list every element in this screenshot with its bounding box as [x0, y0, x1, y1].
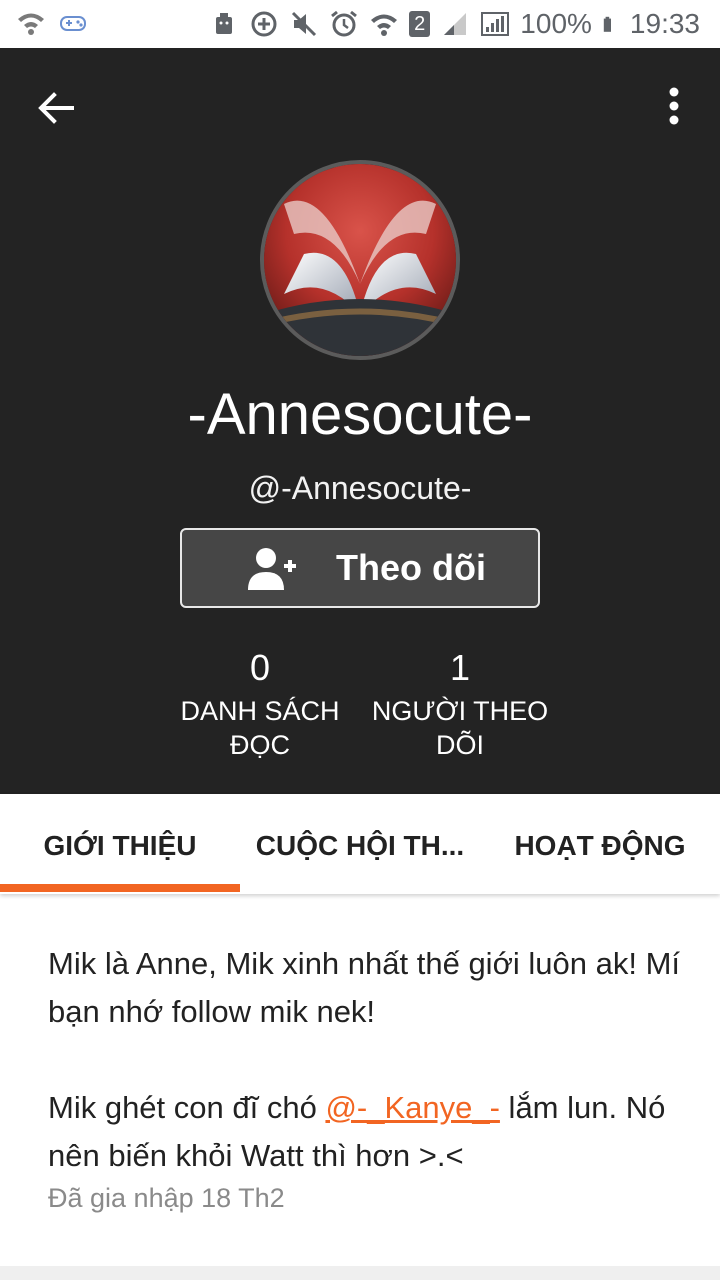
signal-icon [444, 13, 467, 35]
joined-date: Đã gia nhập 18 Th2 [48, 1183, 285, 1213]
profile-tabs: GIỚI THIỆU CUỘC HỘI TH... HOẠT ĐỘNG [0, 794, 720, 894]
tab-conversations[interactable]: CUỘC HỘI TH... [240, 794, 480, 894]
tab-activity[interactable]: HOẠT ĐỘNG [480, 794, 720, 894]
about-section: Mik là Anne, Mik xinh nhất thế giới luôn… [48, 940, 688, 1180]
data-saver-icon [251, 11, 277, 37]
follow-button-label: Theo dõi [336, 547, 486, 588]
reading-lists-count: 0 [249, 647, 271, 688]
alarm-icon [331, 10, 358, 37]
more-options-icon[interactable] [656, 84, 692, 132]
avatar-image [264, 164, 456, 356]
sim-badge: 2 [409, 11, 431, 37]
bottom-divider [0, 1266, 720, 1280]
active-tab-indicator [0, 884, 240, 892]
about-paragraph: Mik ghét con đĩ chó @-_Kanye_- lắm lun. … [48, 1090, 666, 1173]
tab-about[interactable]: GIỚI THIỆU [0, 794, 240, 894]
status-bar: 2 100% 19:33 [0, 0, 720, 48]
followers-stat[interactable]: 1 NGƯỜI THEO DÕI [360, 646, 560, 762]
profile-header: -Annesocute- @-Annesocute- Theo dõi 0 DA… [0, 48, 720, 794]
reading-lists-label: DANH SÁCH ĐỌC [180, 696, 340, 760]
wifi-icon [18, 13, 44, 35]
about-paragraph: Mik là Anne, Mik xinh nhất thế giới luôn… [48, 946, 681, 1029]
back-arrow-icon[interactable] [32, 84, 80, 132]
android-icon [216, 13, 233, 34]
game-controller-icon [60, 16, 86, 31]
follow-button[interactable]: Theo dõi [180, 528, 540, 608]
followers-count: 1 [449, 647, 471, 688]
clock: 19:33 [629, 8, 700, 39]
avatar[interactable] [260, 160, 460, 360]
username: @-Annesocute- [248, 470, 472, 506]
user-mention-link[interactable]: @-_Kanye_- [325, 1090, 500, 1125]
reading-lists-stat[interactable]: 0 DANH SÁCH ĐỌC [160, 646, 360, 762]
followers-label: NGƯỜI THEO DÕI [371, 696, 549, 760]
mute-icon [292, 11, 317, 37]
battery-icon [603, 16, 611, 32]
wifi-calling-icon [371, 14, 398, 36]
add-person-icon [248, 548, 296, 590]
display-name: -Annesocute- [187, 382, 533, 447]
signal-icon [481, 12, 510, 36]
battery-percent: 100% [520, 8, 592, 39]
